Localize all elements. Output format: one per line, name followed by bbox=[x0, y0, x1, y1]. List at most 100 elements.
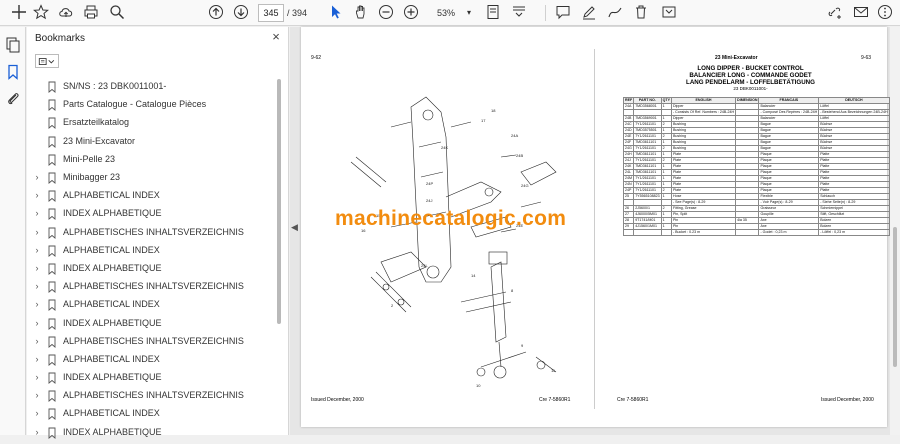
prev-page-arrow-icon[interactable]: ◀ bbox=[291, 222, 298, 233]
panel-title: Bookmarks bbox=[35, 33, 85, 44]
bookmark-item[interactable]: › Minibagger 23 bbox=[27, 168, 279, 186]
chevron-right-icon[interactable]: › bbox=[32, 245, 42, 255]
table-cell: - Löffel : 0,23 m bbox=[819, 230, 889, 236]
bookmark-item[interactable]: ›ALPHABETICAL INDEX bbox=[27, 350, 279, 368]
account-icon[interactable] bbox=[876, 4, 894, 22]
svg-text:24J: 24J bbox=[426, 198, 432, 203]
chevron-right-icon[interactable]: › bbox=[32, 263, 42, 273]
highlight-pen-icon[interactable] bbox=[580, 4, 598, 22]
page-number-input[interactable]: 345 bbox=[258, 4, 284, 22]
chevron-right-icon[interactable]: › bbox=[32, 227, 42, 237]
zoom-level[interactable]: 53% bbox=[437, 4, 455, 22]
bookmark-ribbon-icon bbox=[47, 153, 57, 165]
zoom-in-icon[interactable] bbox=[402, 4, 420, 22]
bookmark-item[interactable]: › ALPHABETISCHES INHALTSVERZEICHNIS bbox=[27, 332, 279, 350]
bookmark-label: INDEX ALPHABETIQUE bbox=[63, 208, 162, 218]
bookmark-label: ALPHABETICAL INDEX bbox=[63, 245, 160, 255]
chevron-right-icon[interactable]: › bbox=[32, 208, 42, 218]
bookmark-item[interactable]: ›ALPHABETICAL INDEX bbox=[27, 295, 279, 313]
zoom-out-icon[interactable] bbox=[377, 4, 395, 22]
chevron-right-icon[interactable]: › bbox=[32, 190, 42, 200]
svg-text:17: 17 bbox=[481, 118, 486, 123]
bookmark-item[interactable]: Parts Catalogue - Catalogue Pièces bbox=[27, 95, 279, 113]
chevron-right-icon[interactable]: › bbox=[32, 336, 42, 346]
left-rail bbox=[0, 27, 26, 435]
page-thumbnails-icon[interactable] bbox=[5, 37, 21, 53]
bookmark-label: INDEX ALPHABETIQUE bbox=[63, 263, 162, 273]
chevron-right-icon[interactable]: › bbox=[32, 354, 42, 364]
svg-text:24B: 24B bbox=[516, 153, 523, 158]
bookmark-label: Ersatzteilkatalog bbox=[63, 117, 129, 127]
chevron-right-icon[interactable]: › bbox=[32, 390, 42, 400]
bookmark-label: SN/NS : 23 DBK0011001- bbox=[63, 81, 166, 91]
table-cell: - Bestehend Aus Bezeichnungen 24B-24H bbox=[819, 110, 889, 116]
more-tools-icon[interactable] bbox=[660, 4, 678, 22]
chevron-right-icon[interactable]: › bbox=[32, 408, 42, 418]
chevron-right-icon[interactable]: › bbox=[32, 427, 42, 437]
svg-text:2: 2 bbox=[391, 303, 394, 308]
bookmark-item[interactable]: 23 Mini-Excavator bbox=[27, 132, 279, 150]
chevron-right-icon[interactable]: › bbox=[32, 172, 42, 182]
svg-text:11: 11 bbox=[551, 368, 556, 373]
next-page-icon[interactable] bbox=[232, 4, 250, 22]
chevron-right-icon[interactable]: › bbox=[32, 318, 42, 328]
chevron-right-icon[interactable]: › bbox=[32, 372, 42, 382]
print-icon[interactable] bbox=[82, 4, 100, 22]
bookmark-item[interactable]: › ALPHABETICAL INDEX bbox=[27, 241, 279, 259]
previous-page-icon[interactable] bbox=[207, 4, 225, 22]
draw-icon[interactable] bbox=[606, 4, 624, 22]
serial-range: 23 DBK0011001- bbox=[623, 86, 878, 91]
attachments-icon[interactable] bbox=[5, 90, 21, 106]
bookmark-item[interactable]: ›INDEX ALPHABETIQUE bbox=[27, 368, 279, 386]
bookmark-item[interactable]: › INDEX ALPHABETIQUE bbox=[27, 259, 279, 277]
table-cell: - Consists Of Ref. Numbers : 24B-24H bbox=[671, 110, 735, 116]
chevron-right-icon[interactable]: › bbox=[32, 281, 42, 291]
bookmark-ribbon-icon bbox=[47, 207, 57, 219]
bookmark-item[interactable]: ›ALPHABETICAL INDEX bbox=[27, 404, 279, 422]
bookmark-label: Minibagger 23 bbox=[63, 172, 120, 182]
bookmark-ribbon-icon bbox=[47, 389, 57, 401]
bookmark-ribbon-icon bbox=[47, 262, 57, 274]
bookmark-item[interactable]: ›ALPHABETISCHES INHALTSVERZEICHNIS bbox=[27, 386, 279, 404]
select-cursor-icon[interactable] bbox=[327, 4, 345, 22]
close-icon[interactable]: × bbox=[268, 29, 284, 45]
cloud-upload-icon[interactable] bbox=[57, 4, 75, 22]
footer-issued-right: Issued December, 2000 bbox=[821, 397, 874, 403]
chevron-right-icon[interactable]: › bbox=[32, 299, 42, 309]
bookmark-label: INDEX ALPHABETIQUE bbox=[63, 318, 162, 328]
scroll-mode-icon[interactable] bbox=[510, 4, 528, 22]
bookmarks-icon[interactable] bbox=[5, 64, 21, 80]
bookmark-item[interactable]: Ersatzteilkatalog bbox=[27, 113, 279, 131]
svg-text:24G: 24G bbox=[521, 183, 529, 188]
table-cell bbox=[661, 230, 671, 236]
bookmark-item[interactable]: Mini-Pelle 23 bbox=[27, 150, 279, 168]
link-sign-icon[interactable] bbox=[826, 4, 844, 22]
bookmark-scrollbar[interactable] bbox=[277, 79, 281, 324]
document-scrollbar-thumb[interactable] bbox=[893, 227, 897, 367]
comment-icon[interactable] bbox=[554, 4, 572, 22]
bookmark-ribbon-icon bbox=[47, 371, 57, 383]
left-page-number: 9-62 bbox=[311, 55, 321, 61]
bookmark-options-button[interactable] bbox=[35, 54, 59, 68]
svg-text:24L: 24L bbox=[421, 263, 428, 268]
bookmark-item[interactable]: › INDEX ALPHABETIQUE bbox=[27, 313, 279, 331]
bookmark-item[interactable]: SN/NS : 23 DBK0011001- bbox=[27, 77, 279, 95]
bookmark-ribbon-icon bbox=[47, 189, 57, 201]
create-icon[interactable] bbox=[10, 4, 28, 22]
bookmark-ribbon-icon bbox=[47, 407, 57, 419]
bookmark-item[interactable]: ›ALPHABETISCHES INHALTSVERZEICHNIS bbox=[27, 223, 279, 241]
bookmark-item[interactable]: ›ALPHABETISCHES INHALTSVERZEICHNIS bbox=[27, 277, 279, 295]
hand-tool-icon[interactable] bbox=[352, 4, 370, 22]
bookmark-item[interactable]: › INDEX ALPHABETIQUE bbox=[27, 204, 279, 222]
bookmark-item[interactable]: ›ALPHABETICAL INDEX bbox=[27, 186, 279, 204]
table-header-cell: QTY bbox=[661, 98, 671, 104]
delete-icon[interactable] bbox=[632, 4, 650, 22]
bookmark-star-icon[interactable] bbox=[32, 4, 50, 22]
email-icon[interactable] bbox=[852, 4, 870, 22]
document-scrollbar[interactable] bbox=[890, 27, 900, 435]
bookmark-item[interactable]: ›INDEX ALPHABETIQUE bbox=[27, 423, 279, 441]
bookmark-label: ALPHABETISCHES INHALTSVERZEICHNIS bbox=[63, 336, 244, 346]
zoom-dropdown-chevron-icon[interactable]: ▾ bbox=[460, 4, 478, 22]
search-icon[interactable] bbox=[108, 4, 126, 22]
page-fit-icon[interactable] bbox=[484, 4, 502, 22]
